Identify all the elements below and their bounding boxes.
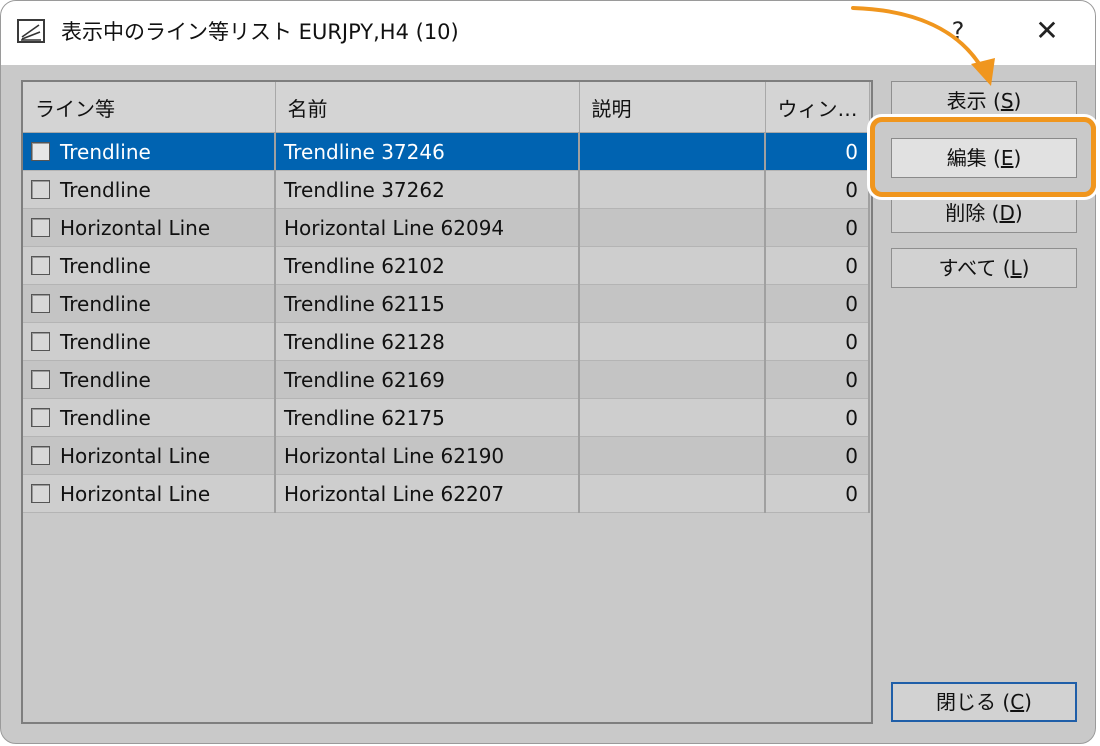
- row-type-label: Trendline: [60, 291, 151, 316]
- cell-description: [579, 208, 766, 247]
- delete-button[interactable]: 削除 (D): [891, 193, 1077, 233]
- row-type-label: Horizontal Line: [60, 215, 211, 240]
- row-type-label: Trendline: [60, 329, 151, 354]
- row-checkbox[interactable]: [31, 369, 50, 389]
- objects-table: ライン等 名前 説明 ウィン… Trendline Trendline 37246…: [23, 82, 870, 513]
- column-header-description[interactable]: 説明: [579, 82, 766, 133]
- cell-window: 0: [765, 436, 870, 475]
- column-header-window[interactable]: ウィン…: [765, 82, 870, 133]
- row-checkbox[interactable]: [31, 255, 50, 275]
- cell-type: Horizontal Line: [23, 474, 276, 513]
- question-mark-icon[interactable]: ?: [941, 13, 975, 49]
- cell-window: 0: [765, 132, 870, 171]
- cell-type: Trendline: [23, 284, 276, 323]
- objects-list[interactable]: ライン等 名前 説明 ウィン… Trendline Trendline 37246…: [21, 80, 873, 724]
- table-row[interactable]: Trendline Trendline 62175 0: [23, 398, 870, 437]
- cell-name: Trendline 62128: [275, 322, 580, 361]
- row-type-label: Trendline: [60, 405, 151, 430]
- title-bar: 表示中のライン等リスト EURJPY,H4 (10) ? ✕: [1, 1, 1095, 65]
- cell-type: Trendline: [23, 246, 276, 285]
- row-type-label: Horizontal Line: [60, 443, 211, 468]
- table-row[interactable]: Trendline Trendline 62115 0: [23, 284, 870, 323]
- cell-window: 0: [765, 474, 870, 513]
- row-checkbox[interactable]: [31, 331, 50, 351]
- cell-type: Horizontal Line: [23, 436, 276, 475]
- cell-name: Trendline 62175: [275, 398, 580, 437]
- cell-window: 0: [765, 246, 870, 285]
- cell-name: Horizontal Line 62190: [275, 436, 580, 475]
- table-header: ライン等 名前 説明 ウィン…: [23, 82, 870, 133]
- row-type-label: Trendline: [60, 253, 151, 278]
- cell-window: 0: [765, 208, 870, 247]
- cell-description: [579, 360, 766, 399]
- cell-window: 0: [765, 284, 870, 323]
- cell-type: Trendline: [23, 322, 276, 361]
- close-icon[interactable]: ✕: [1027, 13, 1067, 49]
- table-row[interactable]: Horizontal Line Horizontal Line 62094 0: [23, 208, 870, 247]
- table-row[interactable]: Trendline Trendline 62128 0: [23, 322, 870, 361]
- table-row[interactable]: Horizontal Line Horizontal Line 62207 0: [23, 474, 870, 513]
- column-header-type[interactable]: ライン等: [23, 82, 276, 133]
- cell-window: 0: [765, 360, 870, 399]
- row-checkbox[interactable]: [31, 217, 50, 237]
- cell-description: [579, 170, 766, 209]
- objects-list-dialog: 表示中のライン等リスト EURJPY,H4 (10) ? ✕ ライン等 名前 説…: [0, 0, 1096, 744]
- row-type-label: Trendline: [60, 139, 151, 164]
- select-all-button[interactable]: すべて (L): [891, 248, 1077, 288]
- row-checkbox[interactable]: [31, 483, 50, 503]
- cell-window: 0: [765, 322, 870, 361]
- row-checkbox[interactable]: [31, 179, 50, 199]
- cell-description: [579, 436, 766, 475]
- window-title: 表示中のライン等リスト EURJPY,H4 (10): [61, 20, 459, 44]
- row-type-label: Trendline: [60, 177, 151, 202]
- table-row[interactable]: Trendline Trendline 62102 0: [23, 246, 870, 285]
- table-row[interactable]: Trendline Trendline 62169 0: [23, 360, 870, 399]
- cell-window: 0: [765, 170, 870, 209]
- cell-type: Trendline: [23, 132, 276, 171]
- cell-description: [579, 474, 766, 513]
- cell-name: Horizontal Line 62094: [275, 208, 580, 247]
- cell-name: Trendline 62115: [275, 284, 580, 323]
- cell-name: Trendline 37246: [275, 132, 580, 171]
- row-type-label: Horizontal Line: [60, 481, 211, 506]
- row-checkbox[interactable]: [31, 445, 50, 465]
- edit-button[interactable]: 編集 (E): [891, 138, 1077, 178]
- close-button[interactable]: 閉じる (C): [891, 682, 1077, 722]
- cell-description: [579, 398, 766, 437]
- cell-description: [579, 132, 766, 171]
- row-checkbox[interactable]: [31, 141, 50, 161]
- cell-type: Trendline: [23, 360, 276, 399]
- column-header-name[interactable]: 名前: [275, 82, 580, 133]
- row-type-label: Trendline: [60, 367, 151, 392]
- cell-description: [579, 322, 766, 361]
- cell-type: Trendline: [23, 398, 276, 437]
- chart-lines-icon: [17, 19, 45, 43]
- row-checkbox[interactable]: [31, 407, 50, 427]
- cell-description: [579, 246, 766, 285]
- cell-name: Trendline 37262: [275, 170, 580, 209]
- table-row[interactable]: Trendline Trendline 37262 0: [23, 170, 870, 209]
- cell-type: Trendline: [23, 170, 276, 209]
- cell-description: [579, 284, 766, 323]
- cell-type: Horizontal Line: [23, 208, 276, 247]
- row-checkbox[interactable]: [31, 293, 50, 313]
- cell-name: Horizontal Line 62207: [275, 474, 580, 513]
- table-row[interactable]: Horizontal Line Horizontal Line 62190 0: [23, 436, 870, 475]
- table-row[interactable]: Trendline Trendline 37246 0: [23, 132, 870, 171]
- cell-name: Trendline 62102: [275, 246, 580, 285]
- cell-window: 0: [765, 398, 870, 437]
- cell-name: Trendline 62169: [275, 360, 580, 399]
- show-button[interactable]: 表示 (S): [891, 81, 1077, 121]
